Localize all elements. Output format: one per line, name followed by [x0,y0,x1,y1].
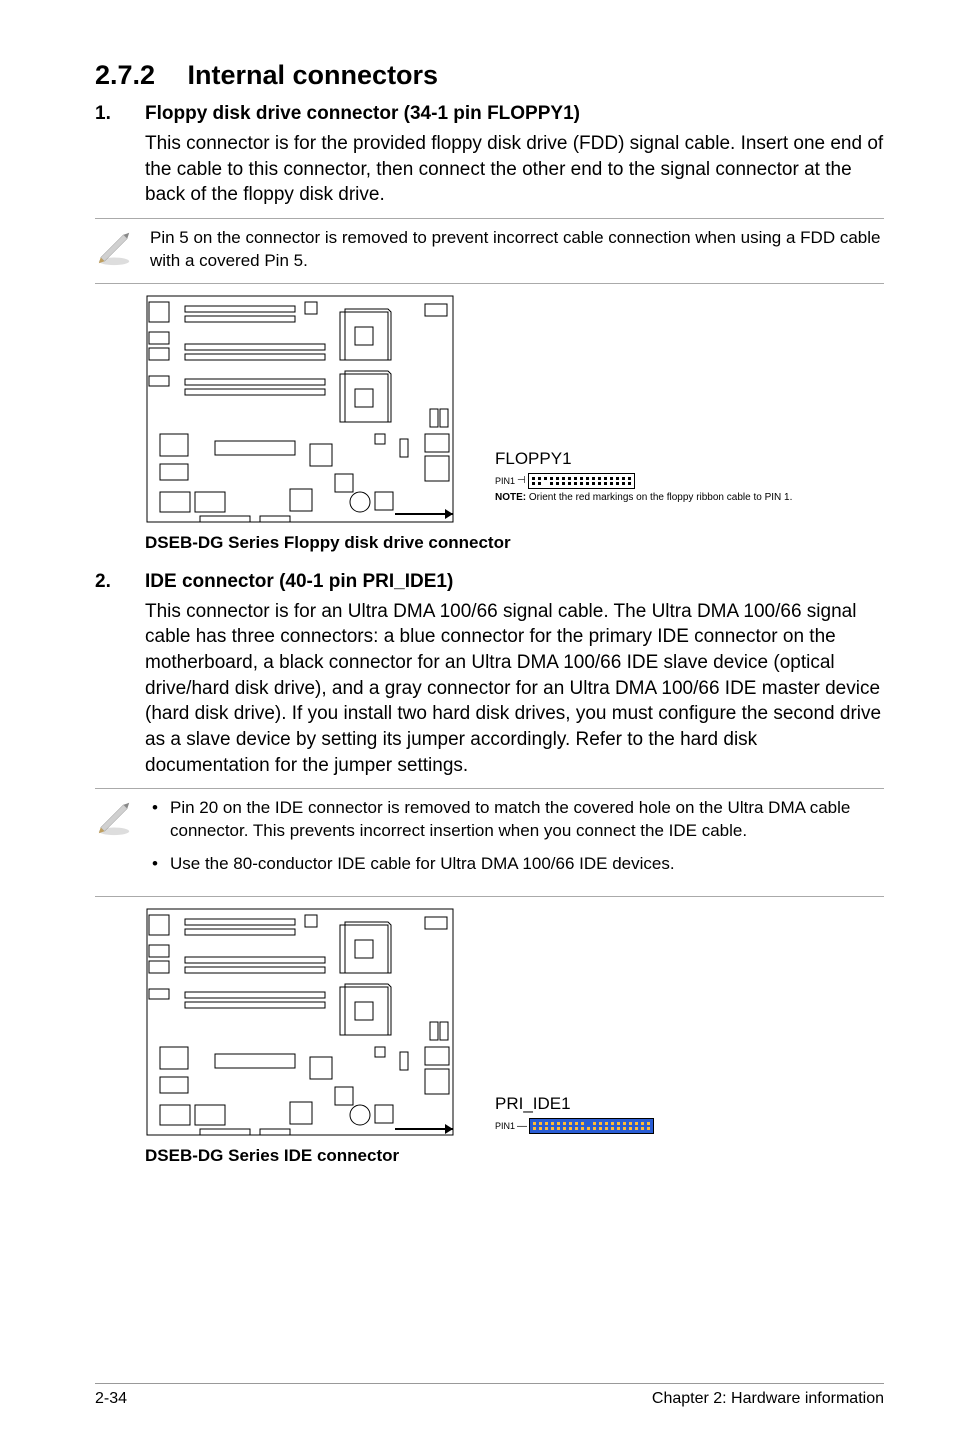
ide-connector-name: PRI_IDE1 [495,1094,654,1114]
pin1-line: — [517,1121,527,1132]
pin1-label-ide: PIN1 [495,1121,515,1131]
item-1-diagram-caption: DSEB-DG Series Floppy disk drive connect… [145,533,884,553]
item-2-note-text: Pin 20 on the IDE connector is removed t… [150,797,884,886]
pin1-bracket: ⊣ [517,475,526,486]
floppy-connector-note: NOTE: Orient the red markings on the flo… [495,492,792,504]
pin1-label: PIN1 [495,476,515,486]
page-number: 2-34 [95,1390,127,1408]
section-title-text: Internal connectors [188,60,439,90]
floppy-connector-name: FLOPPY1 [495,449,792,469]
item-2-header: 2. IDE connector (40-1 pin PRI_IDE1) [95,571,884,593]
item-2-body: This connector is for an Ultra DMA 100/6… [145,599,884,778]
item-2-number: 2. [95,571,145,593]
item-2-diagram: PRI_IDE1 PIN1 — DSEB-DG Series IDE conne… [145,907,884,1166]
item-2-note-block: Pin 20 on the IDE connector is removed t… [95,788,884,897]
pencil-icon [95,227,150,273]
page-content: 2.7.2 Internal connectors 1. Floppy disk… [0,0,954,1438]
section-heading: 2.7.2 Internal connectors [95,60,884,91]
item-2-title: IDE connector (40-1 pin PRI_IDE1) [145,571,453,593]
chapter-label: Chapter 2: Hardware information [652,1390,884,1408]
floppy-connector-graphic [528,473,635,489]
pencil-icon [95,797,150,886]
item-1-body: This connector is for the provided flopp… [145,131,884,208]
item-1-number: 1. [95,103,145,125]
item-1-title: Floppy disk drive connector (34-1 pin FL… [145,103,580,125]
section-number: 2.7.2 [95,60,180,91]
motherboard-diagram-1 [145,294,455,529]
item-1-header: 1. Floppy disk drive connector (34-1 pin… [95,103,884,125]
item-1-diagram: FLOPPY1 PIN1 ⊣ NOTE: Orient the red mark… [145,294,884,553]
item-1-note-block: Pin 5 on the connector is removed to pre… [95,218,884,284]
item-2-note-li-2: Use the 80-conductor IDE cable for Ultra… [170,853,884,876]
motherboard-diagram-2 [145,907,455,1142]
item-2-note-li-1: Pin 20 on the IDE connector is removed t… [170,797,884,843]
page-footer: 2-34 Chapter 2: Hardware information [95,1383,884,1408]
ide-connector-graphic [529,1118,654,1134]
ide-connector-label-area: PRI_IDE1 PIN1 — [495,1094,654,1134]
item-2-diagram-caption: DSEB-DG Series IDE connector [145,1146,884,1166]
note-rest: Orient the red markings on the floppy ri… [526,492,792,503]
note-bold: NOTE: [495,492,526,503]
item-1-note-text: Pin 5 on the connector is removed to pre… [150,227,884,273]
floppy-connector-label-area: FLOPPY1 PIN1 ⊣ NOTE: Orient the red mark… [495,449,792,504]
